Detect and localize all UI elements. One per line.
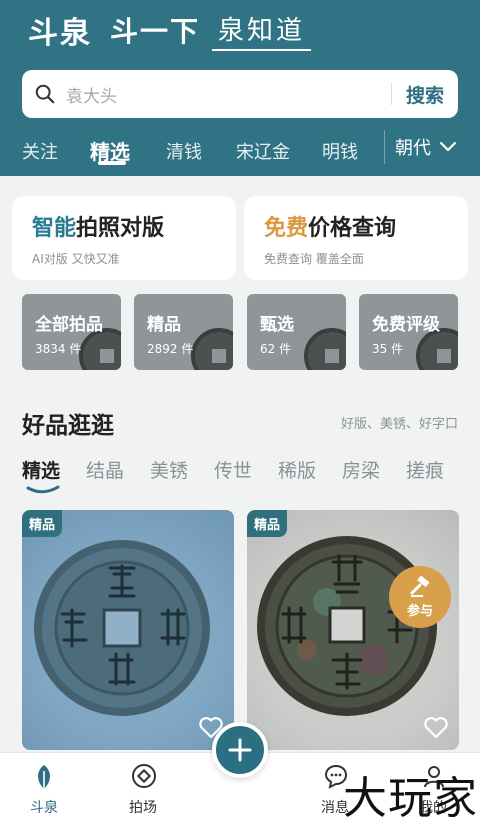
coin-circle-icon <box>132 764 156 788</box>
plus-icon <box>228 738 252 762</box>
tile-count: 35 件 <box>372 342 404 356</box>
tab-song-liao-jin[interactable]: 宋辽金 <box>236 138 290 164</box>
search-icon <box>35 84 55 104</box>
tile-title: 免费评级 <box>372 315 440 335</box>
tab-follow[interactable]: 关注 <box>22 138 58 164</box>
photo-match-card[interactable]: 智能拍照对版 AI对版 又快又准 <box>12 196 236 280</box>
price-query-subtitle: 免费查询 覆盖全面 <box>264 252 364 266</box>
tile-count: 3834 件 <box>35 342 82 356</box>
coin-image <box>257 536 437 716</box>
price-query-title: 免费价格查询 <box>264 216 397 241</box>
section-subtitle: 好版、美锈、好字口 <box>340 417 458 432</box>
nav-douquan[interactable]: 斗泉 <box>9 759 79 816</box>
tile-selected[interactable]: 甄选 62 件 <box>247 294 346 370</box>
chevron-down-icon <box>439 141 457 152</box>
product-card[interactable]: 精品 <box>22 510 234 750</box>
photo-match-subtitle: AI对版 又快又准 <box>32 252 120 266</box>
subtab-indicator <box>26 485 60 494</box>
nav-label: 拍场 <box>129 800 157 816</box>
era-filter-label: 朝代 <box>395 138 431 159</box>
heart-icon[interactable] <box>423 716 449 740</box>
subtab-crystal[interactable]: 结晶 <box>86 456 124 483</box>
publish-button[interactable] <box>212 722 268 778</box>
brand-slogan-1: 斗一下 <box>110 15 201 48</box>
section-title: 好品逛逛 <box>22 413 114 439</box>
premium-badge: 精品 <box>22 510 63 537</box>
header: 斗泉 斗一下 泉知道 袁大头 搜索 关注 精选 清钱 宋辽金 明钱 朝代 <box>0 0 480 176</box>
tile-count: 2892 件 <box>147 342 194 356</box>
tab-ming[interactable]: 明钱 <box>322 138 358 164</box>
coin-image <box>34 540 210 716</box>
brand-logo: 斗泉 斗一下 泉知道 <box>28 10 312 51</box>
subtab-beam[interactable]: 房梁 <box>342 456 380 483</box>
product-card[interactable]: 精品 <box>247 510 459 750</box>
gavel-icon <box>410 576 430 597</box>
price-query-card[interactable]: 免费价格查询 免费查询 覆盖全面 <box>244 196 468 280</box>
subtab-heirloom[interactable]: 传世 <box>214 456 252 483</box>
subtab-rare[interactable]: 稀版 <box>278 456 316 483</box>
bid-button[interactable]: 参与 <box>389 566 451 628</box>
search-input[interactable]: 袁大头 <box>66 82 391 107</box>
nav-auction[interactable]: 拍场 <box>108 759 178 816</box>
tile-count: 62 件 <box>260 342 292 356</box>
tile-all-lots[interactable]: 全部拍品 3834 件 <box>22 294 121 370</box>
bid-label: 参与 <box>406 604 433 619</box>
premium-badge: 精品 <box>247 510 288 537</box>
watermark: 大玩家 <box>343 773 478 818</box>
search-bar[interactable]: 袁大头 搜索 <box>22 70 458 118</box>
era-filter-button[interactable]: 朝代 <box>384 130 457 164</box>
coin-thumbnail <box>304 328 346 370</box>
tile-premium[interactable]: 精品 2892 件 <box>134 294 233 370</box>
tile-free-grading[interactable]: 免费评级 35 件 <box>359 294 458 370</box>
subtab-patina[interactable]: 美锈 <box>150 456 188 483</box>
coin-thumbnail <box>191 328 233 370</box>
photo-match-title: 智能拍照对版 <box>32 216 165 241</box>
search-divider <box>390 83 392 105</box>
brand-slogan-2: 泉知道 <box>212 10 312 51</box>
tile-title: 精品 <box>147 315 181 335</box>
search-button[interactable]: 搜索 <box>406 81 444 108</box>
subtab-rub-marks[interactable]: 搓痕 <box>406 456 444 483</box>
tile-title: 甄选 <box>260 315 294 335</box>
quill-icon <box>38 765 50 791</box>
tile-title: 全部拍品 <box>35 315 103 335</box>
tab-qing[interactable]: 清钱 <box>166 138 202 164</box>
active-tab-indicator <box>98 161 126 165</box>
brand-name: 斗泉 <box>28 16 92 51</box>
subtab-featured[interactable]: 精选 <box>22 456 60 483</box>
nav-label: 斗泉 <box>30 800 58 816</box>
